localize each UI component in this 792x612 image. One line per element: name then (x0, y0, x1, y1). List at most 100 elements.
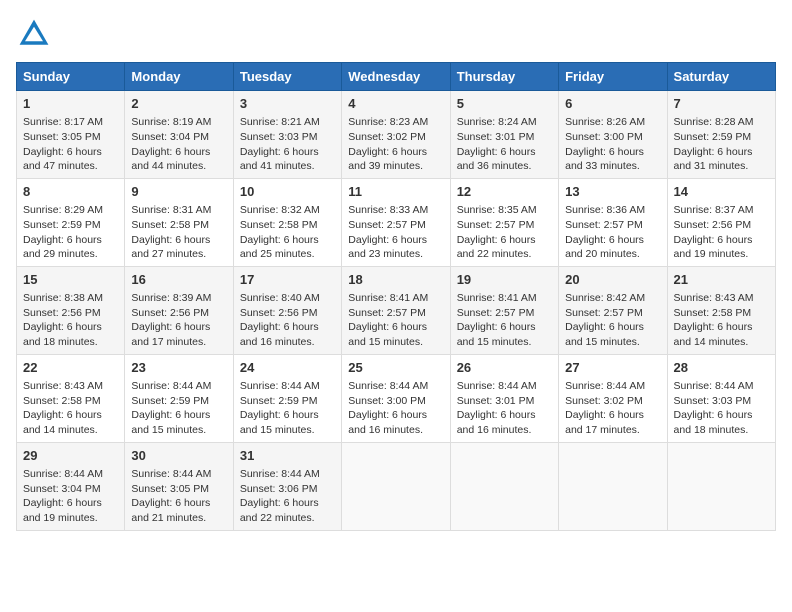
day-number: 11 (348, 183, 443, 201)
sunset: Sunset: 2:58 PM (674, 307, 752, 319)
daylight: Daylight: 6 hours and 22 minutes. (457, 234, 536, 261)
sunrise: Sunrise: 8:28 AM (674, 116, 754, 128)
daylight: Daylight: 6 hours and 29 minutes. (23, 234, 102, 261)
sunrise: Sunrise: 8:37 AM (674, 204, 754, 216)
calendar-cell: 24Sunrise: 8:44 AMSunset: 2:59 PMDayligh… (233, 354, 341, 442)
daylight: Daylight: 6 hours and 19 minutes. (674, 234, 753, 261)
daylight: Daylight: 6 hours and 20 minutes. (565, 234, 644, 261)
daylight: Daylight: 6 hours and 18 minutes. (23, 321, 102, 348)
sunrise: Sunrise: 8:26 AM (565, 116, 645, 128)
sunset: Sunset: 3:01 PM (457, 395, 535, 407)
day-number: 15 (23, 271, 118, 289)
sunrise: Sunrise: 8:38 AM (23, 292, 103, 304)
sunset: Sunset: 2:59 PM (131, 395, 209, 407)
sunrise: Sunrise: 8:44 AM (131, 468, 211, 480)
sunset: Sunset: 3:01 PM (457, 131, 535, 143)
logo-icon (16, 16, 52, 52)
sunset: Sunset: 3:04 PM (23, 483, 101, 495)
sunset: Sunset: 2:59 PM (674, 131, 752, 143)
day-number: 13 (565, 183, 660, 201)
day-number: 25 (348, 359, 443, 377)
sunset: Sunset: 3:04 PM (131, 131, 209, 143)
daylight: Daylight: 6 hours and 44 minutes. (131, 146, 210, 173)
daylight: Daylight: 6 hours and 33 minutes. (565, 146, 644, 173)
weekday-header-wednesday: Wednesday (342, 63, 450, 91)
calendar-cell: 3Sunrise: 8:21 AMSunset: 3:03 PMDaylight… (233, 91, 341, 179)
sunrise: Sunrise: 8:32 AM (240, 204, 320, 216)
sunset: Sunset: 2:58 PM (131, 219, 209, 231)
day-number: 31 (240, 447, 335, 465)
sunrise: Sunrise: 8:44 AM (131, 380, 211, 392)
sunset: Sunset: 2:57 PM (348, 307, 426, 319)
daylight: Daylight: 6 hours and 27 minutes. (131, 234, 210, 261)
calendar-cell: 14Sunrise: 8:37 AMSunset: 2:56 PMDayligh… (667, 178, 775, 266)
calendar-cell: 4 Sunrise: 8:23 AM Sunset: 3:02 PM Daylight… (342, 91, 450, 179)
sunset: Sunset: 3:02 PM (348, 131, 426, 143)
calendar-cell: 23 Sunrise: 8:44 AM Sunset: 2:59 PM Dayligh… (125, 354, 233, 442)
sunset: Sunset: 2:58 PM (23, 395, 101, 407)
daylight: Daylight: 6 hours and 25 minutes. (240, 234, 319, 261)
daylight: Daylight: 6 hours and 14 minutes. (674, 321, 753, 348)
sunrise: Sunrise: 8:39 AM (131, 292, 211, 304)
sunset: Sunset: 3:00 PM (565, 131, 643, 143)
calendar-cell: 6 Sunrise: 8:26 AM Sunset: 3:00 PM Daylight… (559, 91, 667, 179)
sunrise: Sunrise: 8:41 AM (457, 292, 537, 304)
day-number: 14 (674, 183, 769, 201)
day-number: 20 (565, 271, 660, 289)
daylight: Daylight: 6 hours and 15 minutes. (240, 409, 319, 436)
sunset: Sunset: 2:57 PM (457, 219, 535, 231)
calendar-cell: 1 Sunrise: 8:17 AM Sunset: 3:05 PM Daylight… (17, 91, 125, 179)
sunrise: Sunrise: 8:35 AM (457, 204, 537, 216)
daylight: Daylight: 6 hours and 47 minutes. (23, 146, 102, 173)
sunrise: Sunrise: 8:24 AM (457, 116, 537, 128)
calendar-cell: 10Sunrise: 8:32 AMSunset: 2:58 PMDayligh… (233, 178, 341, 266)
calendar-cell: 7Sunrise: 8:28 AMSunset: 2:59 PMDaylight… (667, 91, 775, 179)
calendar-cell (450, 442, 558, 530)
sunset: Sunset: 3:05 PM (131, 483, 209, 495)
week-row-5: 29Sunrise: 8:44 AMSunset: 3:04 PMDayligh… (17, 442, 776, 530)
calendar-cell: 30Sunrise: 8:44 AMSunset: 3:05 PMDayligh… (125, 442, 233, 530)
calendar-cell (342, 442, 450, 530)
sunrise: Sunrise: 8:43 AM (674, 292, 754, 304)
day-number: 9 (131, 183, 226, 201)
day-number: 30 (131, 447, 226, 465)
sunset: Sunset: 2:57 PM (348, 219, 426, 231)
sunset: Sunset: 3:05 PM (23, 131, 101, 143)
day-number: 3 (240, 95, 335, 113)
daylight: Daylight: 6 hours and 15 minutes. (131, 409, 210, 436)
calendar-cell: 5Sunrise: 8:24 AMSunset: 3:01 PMDaylight… (450, 91, 558, 179)
sunset: Sunset: 2:56 PM (131, 307, 209, 319)
daylight: Daylight: 6 hours and 16 minutes. (348, 409, 427, 436)
daylight: Daylight: 6 hours and 39 minutes. (348, 146, 427, 173)
calendar-cell: 21 Sunrise: 8:43 AM Sunset: 2:58 PM Dayligh… (667, 266, 775, 354)
day-number: 17 (240, 271, 335, 289)
sunrise: Sunrise: 8:29 AM (23, 204, 103, 216)
sunrise: Sunrise: 8:23 AM (348, 116, 428, 128)
day-number: 4 (348, 95, 443, 113)
day-number: 2 (131, 95, 226, 113)
calendar-cell: 8Sunrise: 8:29 AMSunset: 2:59 PMDaylight… (17, 178, 125, 266)
day-number: 16 (131, 271, 226, 289)
daylight: Daylight: 6 hours and 36 minutes. (457, 146, 536, 173)
sunrise: Sunrise: 8:17 AM (23, 116, 103, 128)
weekday-header-thursday: Thursday (450, 63, 558, 91)
day-number: 23 (131, 359, 226, 377)
calendar-cell: 13Sunrise: 8:36 AMSunset: 2:57 PMDayligh… (559, 178, 667, 266)
daylight: Daylight: 6 hours and 15 minutes. (565, 321, 644, 348)
day-number: 21 (674, 271, 769, 289)
daylight: Daylight: 6 hours and 17 minutes. (565, 409, 644, 436)
calendar-cell (667, 442, 775, 530)
daylight: Daylight: 6 hours and 23 minutes. (348, 234, 427, 261)
sunset: Sunset: 2:56 PM (240, 307, 318, 319)
sunset: Sunset: 3:02 PM (565, 395, 643, 407)
calendar-cell: 26Sunrise: 8:44 AMSunset: 3:01 PMDayligh… (450, 354, 558, 442)
day-number: 29 (23, 447, 118, 465)
calendar-cell: 17Sunrise: 8:40 AMSunset: 2:56 PMDayligh… (233, 266, 341, 354)
weekday-header-saturday: Saturday (667, 63, 775, 91)
daylight: Daylight: 6 hours and 18 minutes. (674, 409, 753, 436)
sunrise: Sunrise: 8:19 AM (131, 116, 211, 128)
sunrise: Sunrise: 8:43 AM (23, 380, 103, 392)
day-number: 6 (565, 95, 660, 113)
day-number: 1 (23, 95, 118, 113)
sunset: Sunset: 2:57 PM (457, 307, 535, 319)
